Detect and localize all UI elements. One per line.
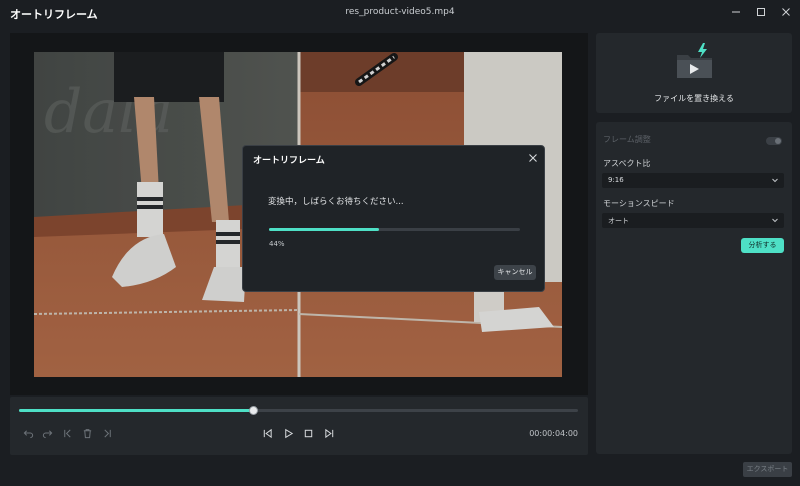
toggle-knob — [775, 138, 781, 144]
replace-file-icon — [677, 43, 712, 78]
motion-speed-value: オート — [608, 217, 629, 225]
settings-panel: フレーム調整 アスペクト比 9:16 モーションスピード オート 分析する — [596, 122, 792, 454]
aspect-ratio-label: アスペクト比 — [603, 159, 651, 168]
aspect-ratio-select[interactable]: 9:16 — [602, 173, 784, 188]
timecode: 00:00:04:00 — [529, 429, 578, 438]
title-bar: オートリフレーム res_product-video5.mp4 — [0, 0, 800, 26]
playback-controls — [10, 397, 588, 455]
replace-file-panel[interactable]: ファイルを置き換える — [596, 33, 792, 113]
close-icon[interactable] — [528, 153, 538, 163]
progress-dialog: オートリフレーム 変換中，しばらくお待ちください... 44% キャンセル — [242, 145, 545, 292]
conversion-progress-fill — [269, 228, 380, 231]
delete-icon[interactable] — [79, 425, 95, 441]
chevron-down-icon — [772, 218, 778, 223]
analyze-button[interactable]: 分析する — [741, 238, 784, 253]
undo-icon[interactable] — [20, 425, 36, 441]
chevron-down-icon — [772, 178, 778, 183]
close-icon[interactable] — [775, 3, 797, 21]
timeline-scrubber[interactable] — [19, 406, 578, 415]
cancel-button[interactable]: キャンセル — [494, 265, 536, 280]
playhead-handle[interactable] — [248, 406, 258, 415]
replace-file-label: ファイルを置き換える — [654, 94, 734, 103]
aspect-ratio-value: 9:16 — [608, 176, 624, 184]
frame-adjust-toggle[interactable] — [766, 137, 782, 145]
motion-speed-select[interactable]: オート — [602, 213, 784, 228]
redo-icon[interactable] — [39, 425, 55, 441]
conversion-progress-bar — [269, 228, 520, 231]
stop-icon[interactable] — [300, 425, 316, 441]
file-name: res_product-video5.mp4 — [345, 7, 455, 17]
play-icon[interactable] — [280, 425, 296, 441]
motion-speed-label: モーションスピード — [603, 199, 675, 208]
step-back-icon[interactable] — [259, 425, 275, 441]
maximize-icon[interactable] — [750, 3, 772, 21]
minimize-icon[interactable] — [725, 3, 747, 21]
timeline-progress — [19, 409, 254, 412]
export-button[interactable]: エクスポート — [743, 462, 792, 477]
step-forward-icon[interactable] — [321, 425, 337, 441]
frame-adjust-label: フレーム調整 — [603, 135, 651, 144]
progress-percent: 44% — [269, 240, 285, 248]
split-start-icon[interactable] — [59, 425, 75, 441]
split-end-icon[interactable] — [99, 425, 115, 441]
dialog-title: オートリフレーム — [253, 156, 325, 166]
dialog-message: 変換中，しばらくお待ちください... — [268, 197, 404, 207]
